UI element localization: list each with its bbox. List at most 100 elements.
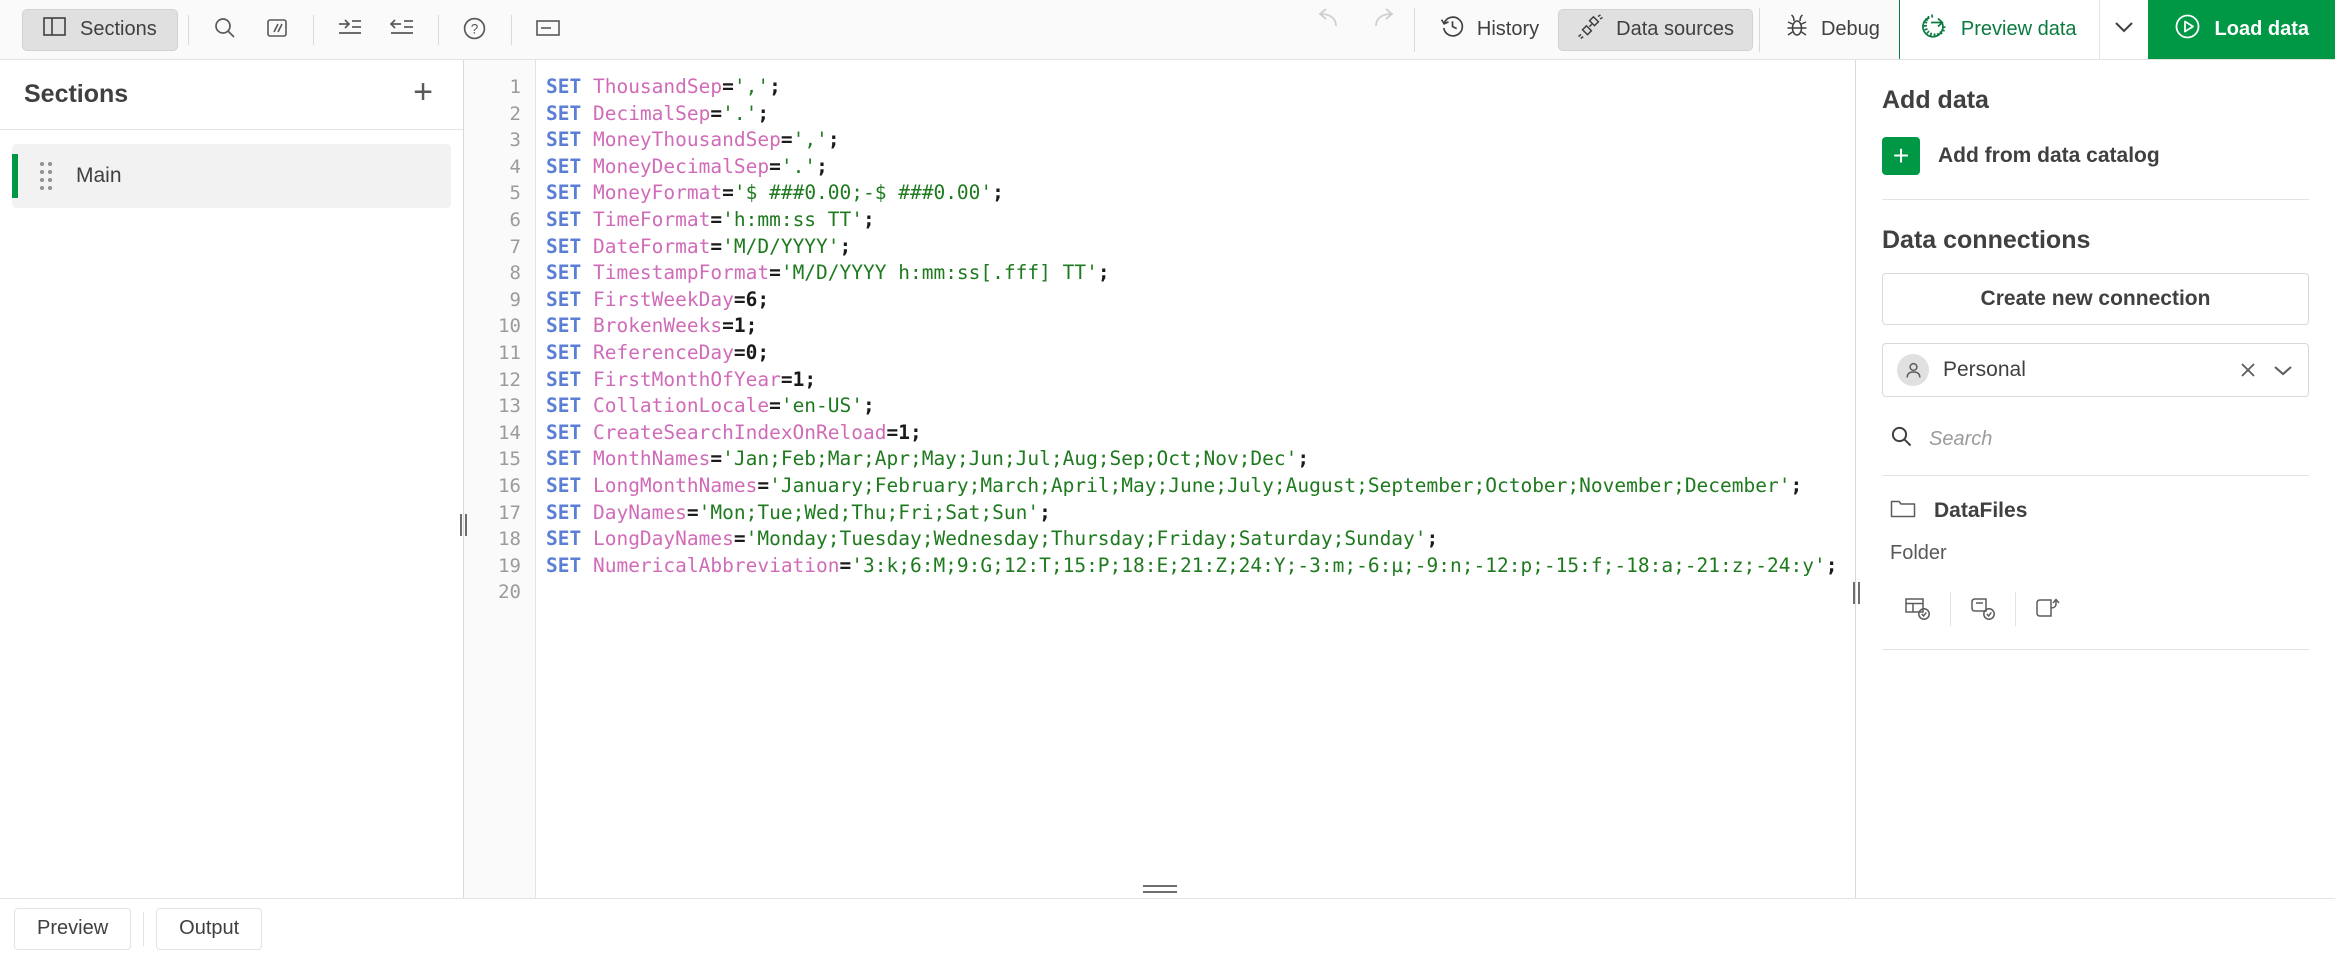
preview-data-dropdown[interactable]: [2099, 0, 2148, 59]
code-token-op: ;: [745, 314, 758, 338]
top-toolbar: Sections ? History Data sources Debug Pr…: [0, 0, 2335, 60]
code-token-op: ;: [1039, 500, 1051, 524]
code-line[interactable]: SET BrokenWeeks=1;: [546, 313, 1855, 340]
sections-list: Main: [0, 130, 463, 222]
connection-item-personal[interactable]: Personal: [1882, 343, 2309, 397]
code-token-kw: SET: [546, 394, 582, 418]
search-input[interactable]: Search: [1882, 417, 2309, 461]
code-token-str: 'January;February;March;April;May;June;J…: [769, 473, 1791, 497]
code-line[interactable]: SET LongDayNames='Monday;Tuesday;Wednesd…: [546, 526, 1855, 553]
toolbar-divider: [1758, 7, 1760, 52]
code-line[interactable]: SET MoneyDecimalSep='.';: [546, 154, 1855, 181]
code-line[interactable]: SET FirstMonthOfYear=1;: [546, 367, 1855, 394]
code-token-var: CollationLocale: [581, 394, 770, 418]
redo-button[interactable]: [1356, 0, 1408, 42]
line-number: 16: [498, 474, 521, 497]
preview-tab[interactable]: Preview: [14, 907, 132, 950]
code-line[interactable]: SET NumericalAbbreviation='3:k;6:M;9:G;1…: [546, 553, 1855, 580]
code-token-op: ;: [769, 75, 781, 98]
code-line[interactable]: SET TimeFormat='h:mm:ss TT';: [546, 207, 1855, 234]
code-token-op: =: [886, 420, 899, 444]
load-data-button[interactable]: Load data: [2147, 0, 2335, 59]
chevron-down-icon[interactable]: [2272, 363, 2294, 377]
code-line[interactable]: SET DayNames='Mon;Tue;Wed;Thu;Fri;Sat;Su…: [546, 500, 1855, 527]
code-line[interactable]: SET TimestampFormat='M/D/YYYY h:mm:ss[.f…: [546, 260, 1855, 287]
line-number: 6: [509, 208, 521, 231]
search-icon: [213, 16, 237, 43]
code-editor[interactable]: 1 2 3 4 5 6 7 8 9 10 11 12 13 14 15 16 17 18 19 20 SET Thou…: [464, 60, 1855, 898]
code-line[interactable]: SET CollationLocale='en-US';: [546, 393, 1855, 420]
code-token-kw: SET: [546, 420, 582, 444]
sidebar-item-main[interactable]: Main: [12, 144, 451, 208]
code-line[interactable]: SET LongMonthNames='January;February;Mar…: [546, 473, 1855, 500]
svg-text:?: ?: [471, 21, 479, 36]
data-sources-button[interactable]: Data sources: [1558, 8, 1753, 51]
add-from-data-catalog-button[interactable]: + Add from data catalog: [1882, 137, 2309, 175]
history-button[interactable]: History: [1421, 9, 1558, 51]
data-connection-actions: [1882, 587, 2309, 631]
comment-button[interactable]: [251, 9, 303, 51]
line-number: 1: [509, 76, 521, 98]
load-script-icon[interactable]: [1951, 587, 2015, 631]
code-token-kw: SET: [546, 473, 582, 497]
line-number: 4: [509, 155, 521, 178]
toolbar-divider: [1413, 7, 1415, 52]
history-label: History: [1476, 18, 1540, 40]
sections-panel-resizer[interactable]: [456, 512, 470, 538]
undo-button[interactable]: [1304, 0, 1356, 42]
select-data-icon[interactable]: [1886, 587, 1950, 631]
code-token-op: ;: [1426, 527, 1439, 551]
code-line[interactable]: SET FirstWeekDay=6;: [546, 287, 1855, 314]
code-token-kw: SET: [546, 447, 582, 471]
sections-toggle-label: Sections: [80, 18, 157, 40]
code-token-str: '.': [722, 101, 758, 125]
code-token-op: =: [722, 314, 734, 338]
code-token-str: 'Monday;Tuesday;Wednesday;Thursday;Frida…: [745, 527, 1427, 551]
search-placeholder: Search: [1929, 427, 1993, 450]
data-connection-datafiles[interactable]: DataFiles: [1882, 498, 2309, 524]
code-token-var: CreateSearchIndexOnReload: [581, 420, 887, 444]
preview-data-button[interactable]: Preview data: [1898, 0, 2100, 59]
drag-handle-icon[interactable]: [40, 162, 52, 190]
code-line[interactable]: SET MoneyFormat='$ ###0.00;-$ ###0.00';: [546, 180, 1855, 207]
code-token-kw: SET: [546, 181, 582, 205]
code-line[interactable]: SET ReferenceDay=0;: [546, 340, 1855, 367]
data-panel-resizer[interactable]: [1849, 580, 1863, 606]
search-button[interactable]: [199, 9, 251, 51]
help-button[interactable]: ?: [449, 9, 501, 51]
indent-button[interactable]: [324, 9, 376, 51]
code-line[interactable]: SET MoneyThousandSep=',';: [546, 127, 1855, 154]
code-content[interactable]: SET ThousandSep=','; SET DecimalSep='.'; S…: [536, 60, 1855, 898]
add-section-button[interactable]: +: [407, 75, 439, 115]
code-token-kw: SET: [546, 261, 582, 285]
sections-toggle-button[interactable]: Sections: [22, 8, 178, 51]
line-number: 19: [498, 554, 521, 577]
code-token-kw: SET: [546, 314, 582, 338]
code-token-kw: SET: [546, 207, 582, 231]
debug-label: Debug: [1820, 18, 1880, 40]
panel-left-icon: [43, 17, 66, 42]
outdent-button[interactable]: [376, 9, 428, 51]
code-token-var: LongDayNames: [581, 527, 734, 551]
line-number: 17: [498, 501, 521, 524]
debug-button[interactable]: Debug: [1766, 9, 1899, 51]
code-token-op: =: [710, 234, 723, 258]
line-number: 13: [498, 395, 521, 418]
edit-connection-icon[interactable]: [2016, 587, 2080, 631]
editor-output-resizer[interactable]: [464, 880, 1855, 898]
code-line[interactable]: SET DateFormat='M/D/YYYY';: [546, 234, 1855, 261]
code-token-var: MoneyThousandSep: [581, 128, 781, 152]
create-new-connection-button[interactable]: Create new connection: [1882, 273, 2309, 325]
tooltip-button[interactable]: [522, 9, 574, 51]
output-tab[interactable]: Output: [156, 907, 263, 950]
code-line[interactable]: SET CreateSearchIndexOnReload=1;: [546, 420, 1855, 447]
code-line[interactable]: [546, 579, 1855, 606]
data-connection-type: Folder: [1890, 542, 1947, 564]
code-line[interactable]: SET MonthNames='Jan;Feb;Mar;Apr;May;Jun;…: [546, 446, 1855, 473]
code-line[interactable]: SET ThousandSep=',';: [546, 74, 1855, 101]
code-token-op: =: [722, 75, 734, 98]
panel-divider: [1882, 475, 2309, 476]
code-line[interactable]: SET DecimalSep='.';: [546, 101, 1855, 128]
code-token-op: =: [686, 500, 699, 524]
close-icon[interactable]: [2238, 360, 2258, 380]
